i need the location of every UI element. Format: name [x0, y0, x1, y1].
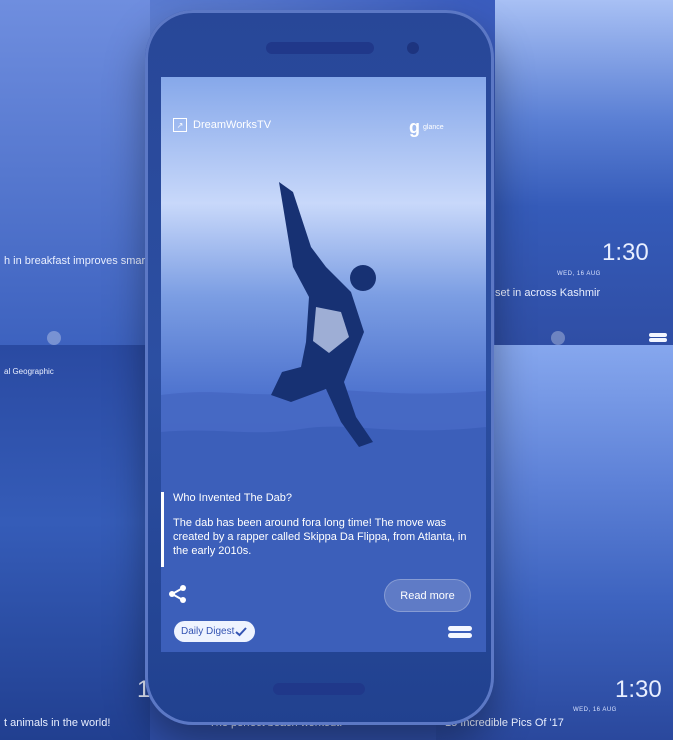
menu-icon[interactable]	[448, 624, 472, 641]
share-icon[interactable]	[168, 584, 188, 604]
brand: ↗ DreamWorksTV	[173, 118, 271, 132]
tile-date: WED, 16 AUG	[573, 707, 617, 713]
glance-label: glance	[423, 124, 444, 131]
tile-time: 1:30	[602, 239, 649, 266]
daily-digest-label: Daily Digest	[181, 626, 235, 637]
glance-g-icon: g	[409, 117, 420, 137]
background-tile-mountain: 1:30 WED, 16 AUG set in across Kashmir	[495, 0, 673, 345]
background-tile-leopard: al Geographic 1:30 t animals in the worl…	[0, 345, 150, 740]
brand-logo-icon: ↗	[173, 118, 187, 132]
tile-caption: h in breakfast improves smartness	[4, 255, 150, 267]
tile-dot-icon	[551, 331, 565, 345]
tile-caption: set in across Kashmir	[495, 287, 601, 299]
bottom-speaker	[273, 683, 365, 695]
jumping-person-image	[161, 182, 486, 652]
tile-date: WED, 16 AUG	[557, 271, 601, 277]
article-title: Who Invented The Dab?	[173, 492, 293, 504]
daily-digest-chip[interactable]: Daily Digest	[174, 621, 255, 642]
article-accent-bar	[161, 492, 164, 567]
top-speaker	[266, 42, 374, 54]
brand-name: DreamWorksTV	[193, 119, 272, 131]
tile-time: 1:30	[615, 676, 662, 703]
article-body: The dab has been around fora long time! …	[173, 517, 467, 557]
background-tile-food: h in breakfast improves smartness	[0, 0, 150, 345]
read-more-button[interactable]: Read more	[384, 579, 471, 612]
check-icon	[235, 626, 247, 636]
glance-logo: g glance	[409, 117, 444, 138]
menu-icon[interactable]	[649, 332, 667, 344]
tile-dot-icon	[47, 331, 61, 345]
tile-caption: t animals in the world!	[4, 717, 111, 729]
phone-screen	[161, 77, 486, 652]
tile-channel: al Geographic	[4, 367, 54, 376]
screenshot-stage: h in breakfast improves smartness 1:30 W…	[0, 0, 673, 740]
camera-icon	[407, 42, 419, 54]
